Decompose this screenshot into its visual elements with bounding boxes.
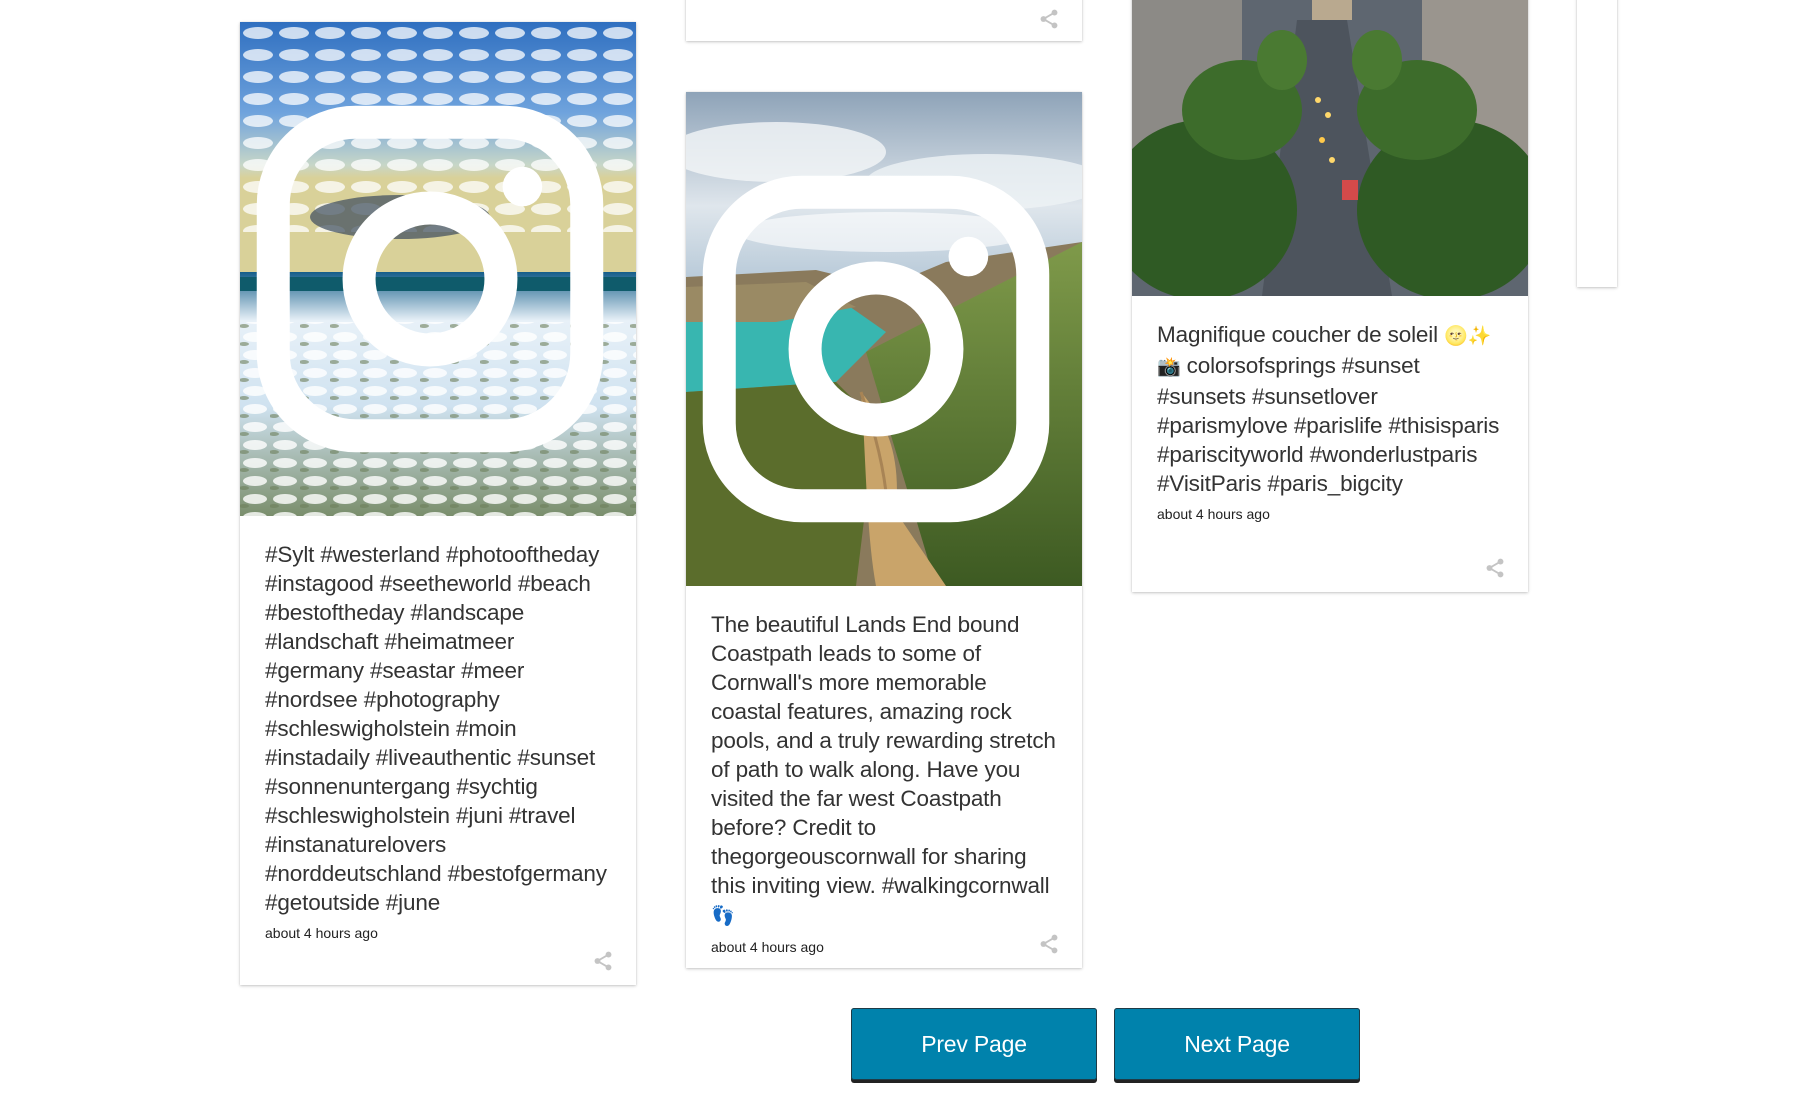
post-caption: The beautiful Lands End bound Coastpath … <box>711 610 1060 931</box>
post-timestamp: about 4 hours ago <box>1157 506 1270 522</box>
post-card-partial-right <box>1577 0 1617 287</box>
post-caption: #Sylt #westerland #photooftheday #instag… <box>265 542 607 915</box>
post-card[interactable]: The beautiful Lands End bound Coastpath … <box>686 92 1082 968</box>
next-page-button[interactable]: Next Page <box>1114 1008 1360 1080</box>
post-image[interactable] <box>686 92 1082 586</box>
prev-page-button[interactable]: Prev Page <box>851 1008 1097 1080</box>
post-image[interactable] <box>240 22 636 516</box>
post-timestamp: about 4 hours ago <box>265 925 378 941</box>
post-card[interactable]: Magnifique coucher de soleil 🌝✨📸 colorso… <box>1132 0 1528 592</box>
instagram-icon[interactable] <box>240 32 628 516</box>
share-icon[interactable] <box>1038 8 1060 30</box>
post-caption-text: The beautiful Lands End bound Coastpath … <box>711 612 1056 898</box>
share-icon[interactable] <box>1484 557 1506 579</box>
post-timestamp: about 4 hours ago <box>711 939 824 955</box>
post-caption: Magnifique coucher de soleil 🌝✨📸 colorso… <box>1157 320 1506 498</box>
post-image[interactable] <box>1132 0 1528 296</box>
share-icon[interactable] <box>1038 933 1060 955</box>
post-card[interactable]: #Sylt #westerland #photooftheday #instag… <box>240 22 636 985</box>
post-caption-hashtags: colorsofsprings #sunset #sunsets #sunset… <box>1157 353 1500 496</box>
post-card-partial <box>686 0 1082 41</box>
share-icon[interactable] <box>592 950 614 972</box>
post-caption-text: Magnifique coucher de soleil <box>1157 322 1438 347</box>
footprints-emoji: 👣 <box>711 905 735 927</box>
instagram-icon[interactable] <box>686 102 1074 586</box>
